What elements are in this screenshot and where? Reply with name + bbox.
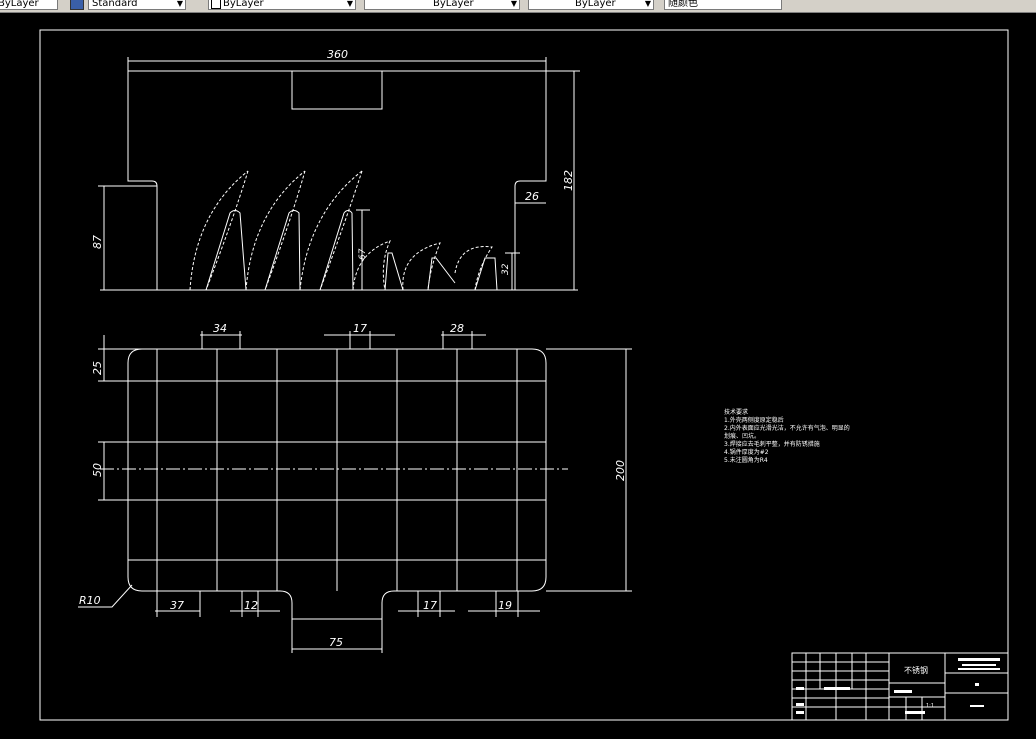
tech-req-line: 3.焊接应去毛刺平整，并有防锈措施 [724,441,820,448]
dim-182: 182 [562,170,575,191]
dim-17b: 17 [423,599,437,612]
dim-360: 360 [327,48,348,61]
chevron-down-icon: ▼ [510,0,517,8]
title-block [791,652,1009,721]
dim-25: 25 [91,361,104,375]
dim-34: 34 [213,322,227,335]
color-combo-value: ByLayer [223,0,264,9]
dim-r10: R10 [79,594,101,607]
title-block-fill [796,658,1000,714]
tech-req-line: 4.锅件厚度为#2 [724,449,769,456]
plotstyle-combo[interactable]: 随颜色 [664,0,782,10]
properties-toolbar: ByLayer Standard ▼ ByLayer ▼ ByLayer ▼ B… [0,0,1036,13]
lineweight-combo[interactable]: ByLayer ▼ [528,0,654,10]
text-style-icon[interactable] [70,0,84,10]
dim-32: 32 [501,263,511,275]
scale-text: 1:1 [926,703,934,709]
layer-combo-value: ByLayer [0,0,39,9]
linetype-combo-value: ByLayer [433,0,474,9]
color-combo[interactable]: ByLayer ▼ [208,0,356,10]
tech-req-title: 技术要求 [724,409,749,416]
dim-28: 28 [450,322,464,335]
chevron-down-icon: ▼ [346,0,353,8]
cad-drawing: 360 182 87 26 67 32 34 17 28 25 50 200 3… [39,29,1009,721]
top-view [98,57,580,291]
dim-87: 87 [91,235,104,249]
bottom-view [78,331,632,653]
tech-req-line: 1.外壳两侧度原定稳后 [724,417,784,424]
dim-50: 50 [91,463,104,477]
color-swatch-icon [211,0,221,9]
drawing-border [39,29,1009,721]
chevron-down-icon: ▼ [176,0,183,8]
dim-19: 19 [498,599,512,612]
layer-combo[interactable]: ByLayer [0,0,58,10]
tech-req-line: 2.内外表面应光滑光洁，不允许有气泡、明显的 [724,425,850,432]
plotstyle-combo-value: 随颜色 [668,0,698,9]
dim-67: 67 [358,248,368,260]
status-bar [0,733,1036,739]
dim-37: 37 [170,599,184,612]
dim-12: 12 [244,599,258,612]
chevron-down-icon: ▼ [644,0,651,8]
drawing-canvas[interactable]: 360 182 87 26 67 32 34 17 28 25 50 200 3… [0,13,1036,739]
dim-200: 200 [614,460,627,481]
text-style-value: Standard [92,0,138,9]
dim-75: 75 [329,636,343,649]
lineweight-combo-value: ByLayer [575,0,616,9]
dim-26: 26 [525,190,539,203]
tech-req-line: 5.未注圆角为R4 [724,457,768,464]
material-text: 不锈钢 [904,665,928,675]
dim-17: 17 [353,322,367,335]
tech-req-line: 划痕、凹坑。 [724,433,761,440]
text-style-combo[interactable]: Standard ▼ [88,0,186,10]
linetype-combo[interactable]: ByLayer ▼ [364,0,520,10]
